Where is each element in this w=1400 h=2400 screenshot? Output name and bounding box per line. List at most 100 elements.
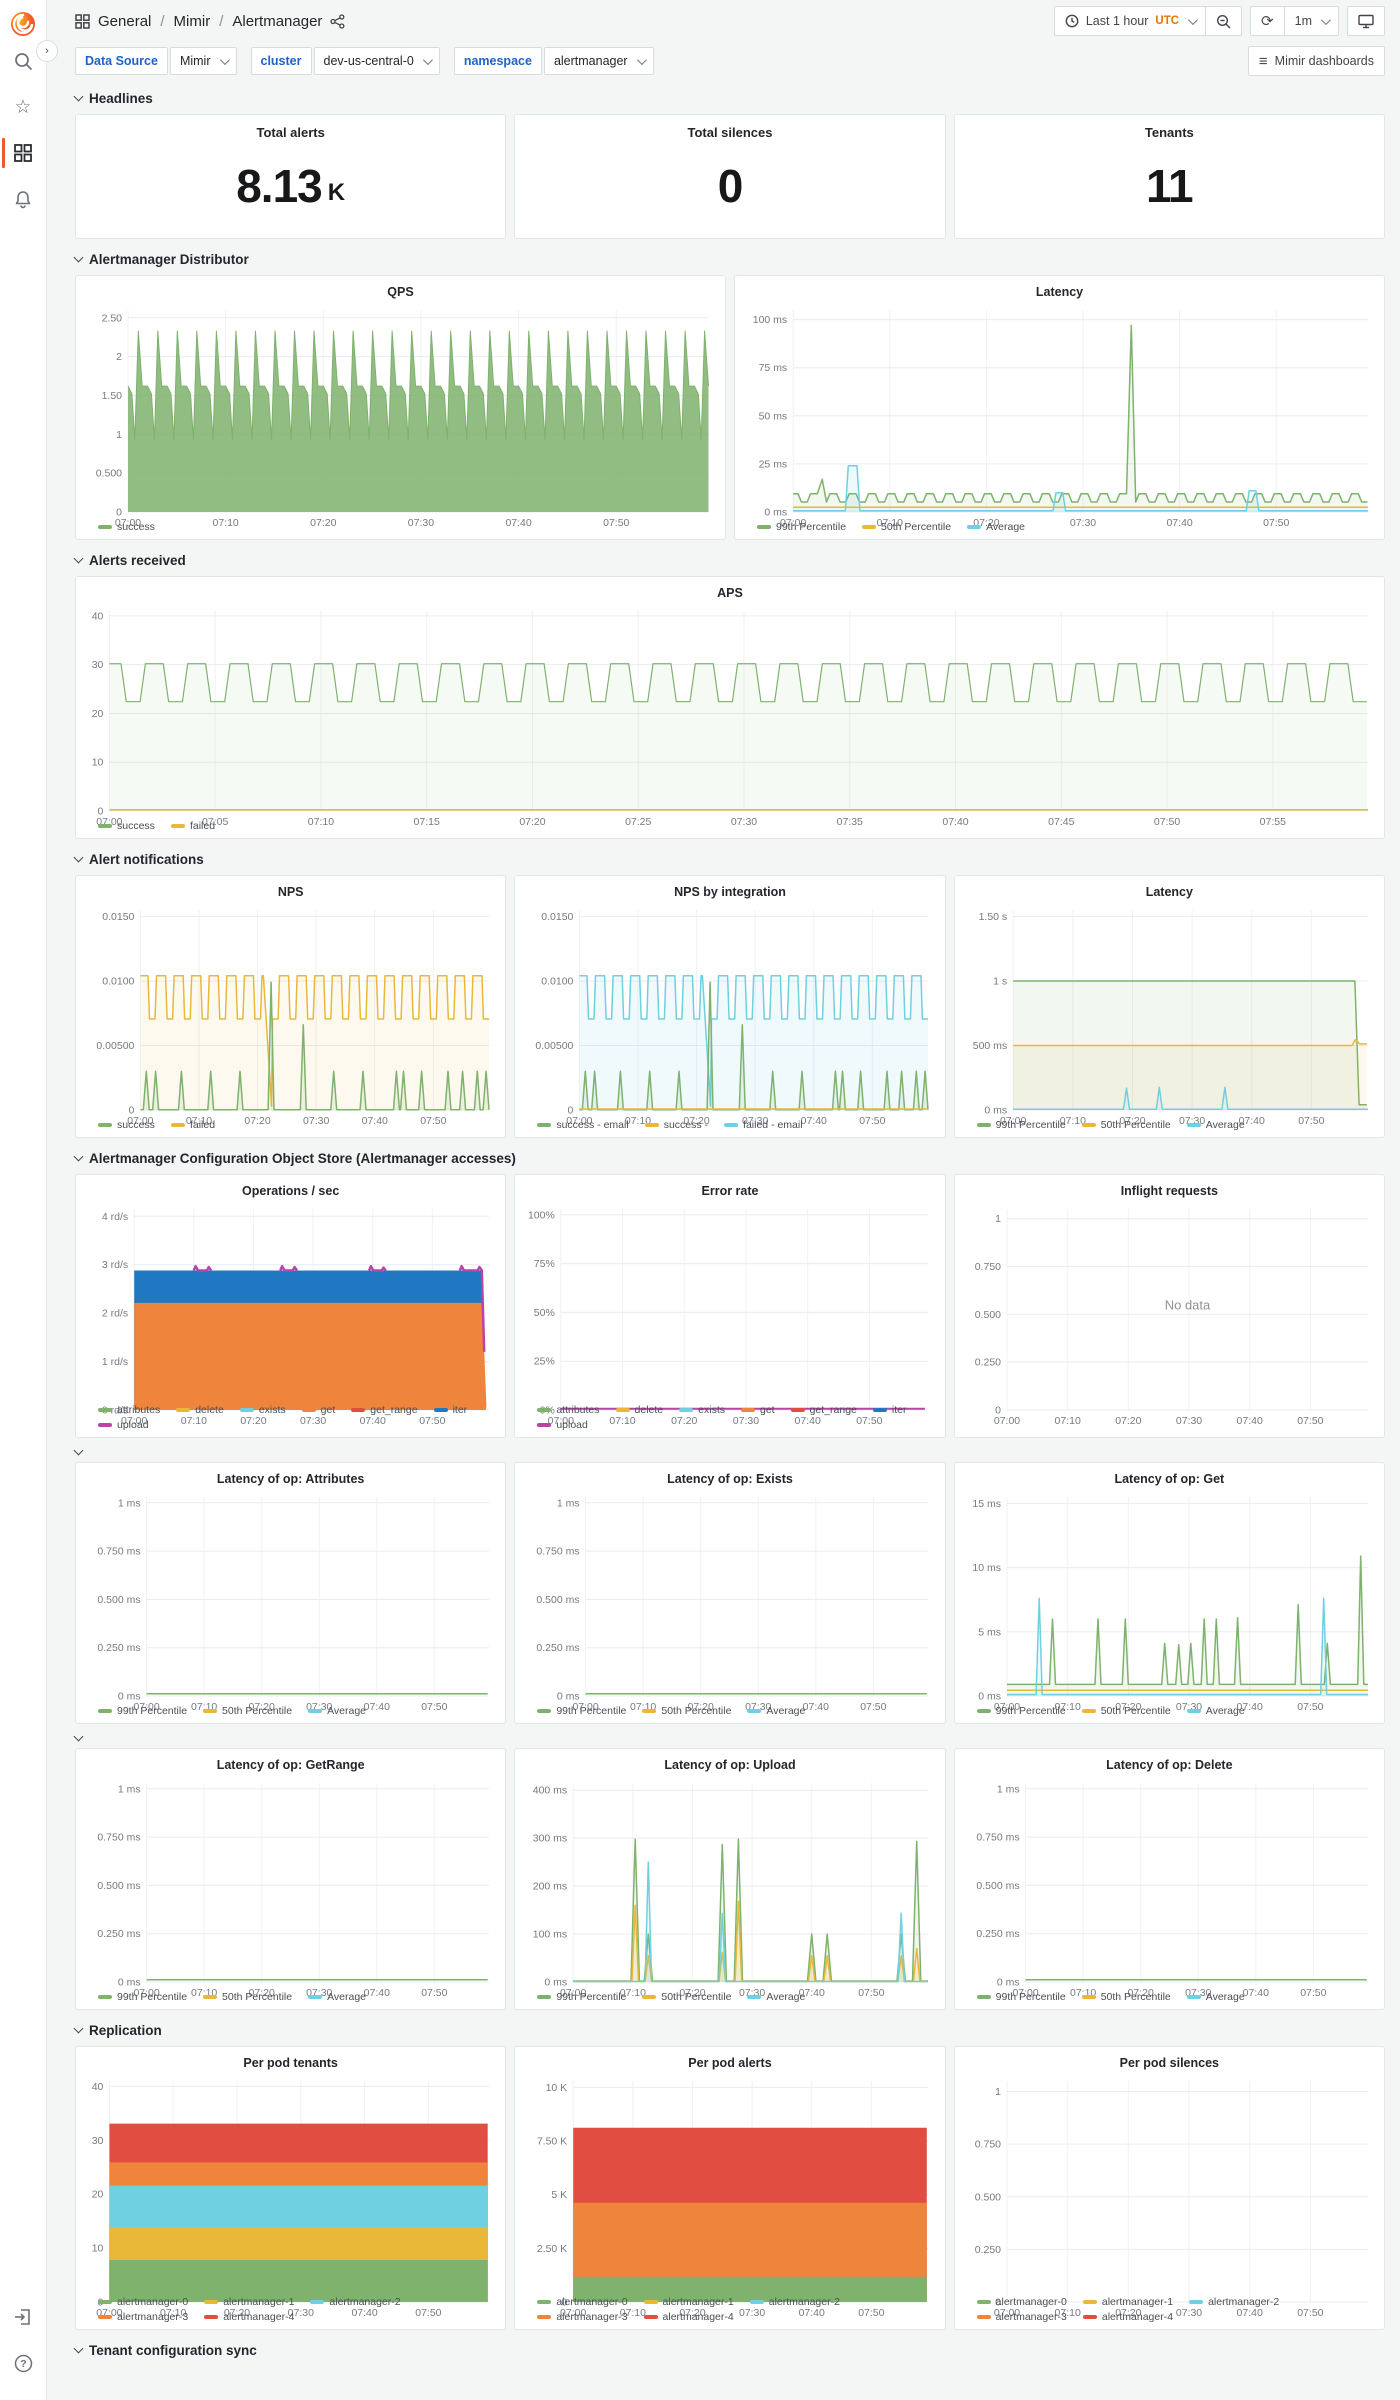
legend-item[interactable]: alertmanager-1 [204, 2296, 294, 2308]
var-namespace-value[interactable]: alertmanager [543, 47, 654, 75]
legend-item[interactable]: exists [679, 1404, 725, 1416]
legend-item[interactable]: failed [170, 820, 215, 832]
sidebar-item-favorites[interactable]: ☆ [0, 84, 47, 130]
chart-canvas[interactable]: 07:00 07:10 07:20 07:30 07:40 07:50 0 0.250 0.50… [963, 2075, 1376, 2319]
legend-item[interactable]: get_range [790, 1404, 857, 1416]
legend-item[interactable]: alertmanager-4 [204, 2311, 294, 2323]
chart-canvas[interactable]: 07:00 07:10 07:20 07:30 07:40 07:50 0 0.250 0.50… [963, 1203, 1376, 1429]
legend-item[interactable]: upload [98, 1419, 149, 1431]
chart-canvas[interactable]: 07:00 07:10 07:20 07:30 07:40 07:50 0 ms 0.250 … [84, 1491, 497, 1713]
panel-title[interactable]: Total silences [523, 119, 936, 140]
section-notifications[interactable]: Alert notifications [73, 852, 1385, 867]
legend-item[interactable]: alertmanager-2 [749, 2296, 840, 2308]
chart-canvas[interactable]: 07:00 07:10 07:20 07:30 07:40 07:50 0 ms 500 ms… [963, 904, 1376, 1127]
legend-item[interactable]: upload [537, 1419, 588, 1431]
legend-item[interactable]: Average [1186, 1705, 1245, 1717]
panel-title[interactable]: Latency of op: GetRange [84, 1753, 497, 1777]
refresh-interval-picker[interactable]: 1m [1284, 6, 1339, 36]
legend-item[interactable]: 99th Percentile [98, 1991, 187, 2003]
panel-title[interactable]: NPS [84, 880, 497, 904]
legend-item[interactable]: success - [644, 1119, 708, 1131]
legend-item[interactable]: alertmanager-3 [976, 2311, 1067, 2323]
chart-canvas[interactable]: 07:00 07:05 07:10 07:15 07:20 07:25 07:30 07:35… [84, 605, 1376, 828]
chart-canvas[interactable]: 07:00 07:10 07:20 07:30 07:40 07:50 0 0.500 1 1.5… [84, 304, 717, 529]
legend-item[interactable]: 99th Percentile [757, 521, 846, 533]
legend-item[interactable]: 50th Percentile [1081, 1991, 1171, 2003]
section-alerts-received[interactable]: Alerts received [73, 553, 1385, 568]
chart-canvas[interactable]: 07:00 07:10 07:20 07:30 07:40 07:50 0 ms 25 ms 5… [743, 304, 1376, 529]
sidebar-item-sign-out[interactable] [0, 2294, 47, 2340]
chart-canvas[interactable]: 07:00 07:10 07:20 07:30 07:40 07:50 0 2.50 K5 K… [523, 2075, 936, 2319]
legend-item[interactable]: alertmanager-4 [1082, 2311, 1173, 2323]
legend-item[interactable]: 50th Percentile [203, 1991, 292, 2003]
chart-canvas[interactable]: 07:00 07:10 07:20 07:30 07:40 07:50 0 0.00500 0.… [84, 904, 497, 1127]
breadcrumb-folder[interactable]: General [98, 13, 151, 30]
legend-item[interactable]: Average [1186, 1119, 1245, 1131]
legend-item[interactable]: 50th Percentile [642, 1705, 731, 1717]
chart-canvas[interactable]: 07:00 07:10 07:20 07:30 07:40 07:50 0 rd/s 1 rd… [84, 1203, 497, 1427]
chart-canvas[interactable]: 07:00 07:10 07:20 07:30 07:40 07:50 0 ms 0.250 … [523, 1491, 936, 1713]
legend-item[interactable]: alertmanager-1 [1082, 2296, 1173, 2308]
legend-item[interactable]: iter [872, 1404, 906, 1416]
legend-item[interactable]: failed - email [724, 1119, 803, 1131]
legend-item[interactable]: alertmanager-1 [643, 2296, 734, 2308]
section-replication[interactable]: Replication [73, 2023, 1385, 2038]
legend-item[interactable]: Average [308, 1705, 366, 1717]
chart-canvas[interactable]: 07:0007:1007:2007:3007:4007:50010203040 [84, 2075, 497, 2319]
sidebar-item-help[interactable]: ? [0, 2340, 47, 2386]
breadcrumb-page[interactable]: Alertmanager [232, 13, 322, 30]
legend-item[interactable]: 99th Percentile [98, 1705, 187, 1717]
legend-item[interactable]: 50th Percentile [1081, 1705, 1171, 1717]
panel-title[interactable]: NPS by integration [523, 880, 936, 904]
section-headlines[interactable]: Headlines [73, 91, 1385, 106]
legend-item[interactable]: attributes [98, 1404, 160, 1416]
legend-item[interactable]: alertmanager-0 [976, 2296, 1067, 2308]
chart-canvas[interactable]: 07:0007:1007:2007:3007:4007:500%25%50%75… [523, 1203, 936, 1427]
panel-title[interactable]: Latency of op: Get [963, 1467, 1376, 1491]
legend-item[interactable]: 99th Percentile [976, 1119, 1066, 1131]
section-latency-row-1[interactable] [73, 1445, 1385, 1456]
legend-item[interactable]: 99th Percentile [976, 1705, 1066, 1717]
chart-canvas[interactable]: 07:00 07:10 07:20 07:30 07:40 07:50 0 ms 0.250 … [963, 1777, 1376, 1999]
panel-title[interactable]: Per pod tenants [84, 2051, 497, 2075]
panel-title[interactable]: Latency [743, 280, 1376, 304]
section-objstore[interactable]: Alertmanager Configuration Object Store … [73, 1151, 1385, 1166]
panel-title[interactable]: Latency [963, 880, 1376, 904]
expand-sidebar-button[interactable]: › [36, 40, 58, 62]
panel-title[interactable]: QPS [84, 280, 717, 304]
breadcrumb-mid[interactable]: Mimir [174, 13, 211, 30]
section-latency-row-2[interactable] [73, 1731, 1385, 1742]
section-tenant-sync[interactable]: Tenant configuration sync [73, 2343, 1385, 2358]
chart-canvas[interactable]: 07:00 07:10 07:20 07:30 07:40 07:50 0 ms 100 ms… [523, 1777, 936, 1999]
legend-item[interactable]: failed [170, 1119, 215, 1131]
legend-item[interactable]: success [98, 521, 155, 533]
var-datasource-value[interactable]: Mimir [169, 47, 237, 75]
refresh-button[interactable]: ⟳ [1250, 6, 1285, 36]
panel-title[interactable]: Tenants [963, 119, 1376, 140]
section-distributor[interactable]: Alertmanager Distributor [73, 252, 1385, 267]
breadcrumb[interactable]: General / Mimir / Alertmanager [75, 13, 345, 30]
panel-title[interactable]: Operations / sec [84, 1179, 497, 1203]
legend-item[interactable]: 99th Percentile [537, 1991, 626, 2003]
panel-title[interactable]: Inflight requests [963, 1179, 1376, 1203]
legend-item[interactable]: get_range [351, 1404, 418, 1416]
sidebar-item-dashboards[interactable] [0, 130, 47, 176]
legend-item[interactable]: success - email [537, 1119, 629, 1131]
var-cluster-value[interactable]: dev-us-central-0 [313, 47, 440, 75]
legend-item[interactable]: Average [308, 1991, 366, 2003]
zoom-out-button[interactable] [1206, 6, 1243, 36]
legend-item[interactable]: alertmanager-3 [98, 2311, 188, 2323]
legend-item[interactable]: alertmanager-2 [310, 2296, 401, 2308]
legend-item[interactable]: alertmanager-0 [98, 2296, 188, 2308]
chart-canvas[interactable]: 07:00 07:10 07:20 07:30 07:40 07:50 0 ms 5 ms 10… [963, 1491, 1376, 1713]
panel-title[interactable]: Latency of op: Upload [523, 1753, 936, 1777]
legend-item[interactable]: alertmanager-0 [537, 2296, 628, 2308]
panel-title[interactable]: APS [84, 581, 1376, 605]
panel-title[interactable]: Latency of op: Attributes [84, 1467, 497, 1491]
chart-canvas[interactable]: 07:00 07:10 07:20 07:30 07:40 07:50 0 0.00500 0.… [523, 904, 936, 1127]
mimir-dashboards-button[interactable]: ≡ Mimir dashboards [1247, 46, 1385, 76]
legend-item[interactable]: success [98, 820, 155, 832]
legend-item[interactable]: 50th Percentile [203, 1705, 292, 1717]
legend-item[interactable]: exists [239, 1404, 286, 1416]
legend-item[interactable]: get [740, 1404, 775, 1416]
